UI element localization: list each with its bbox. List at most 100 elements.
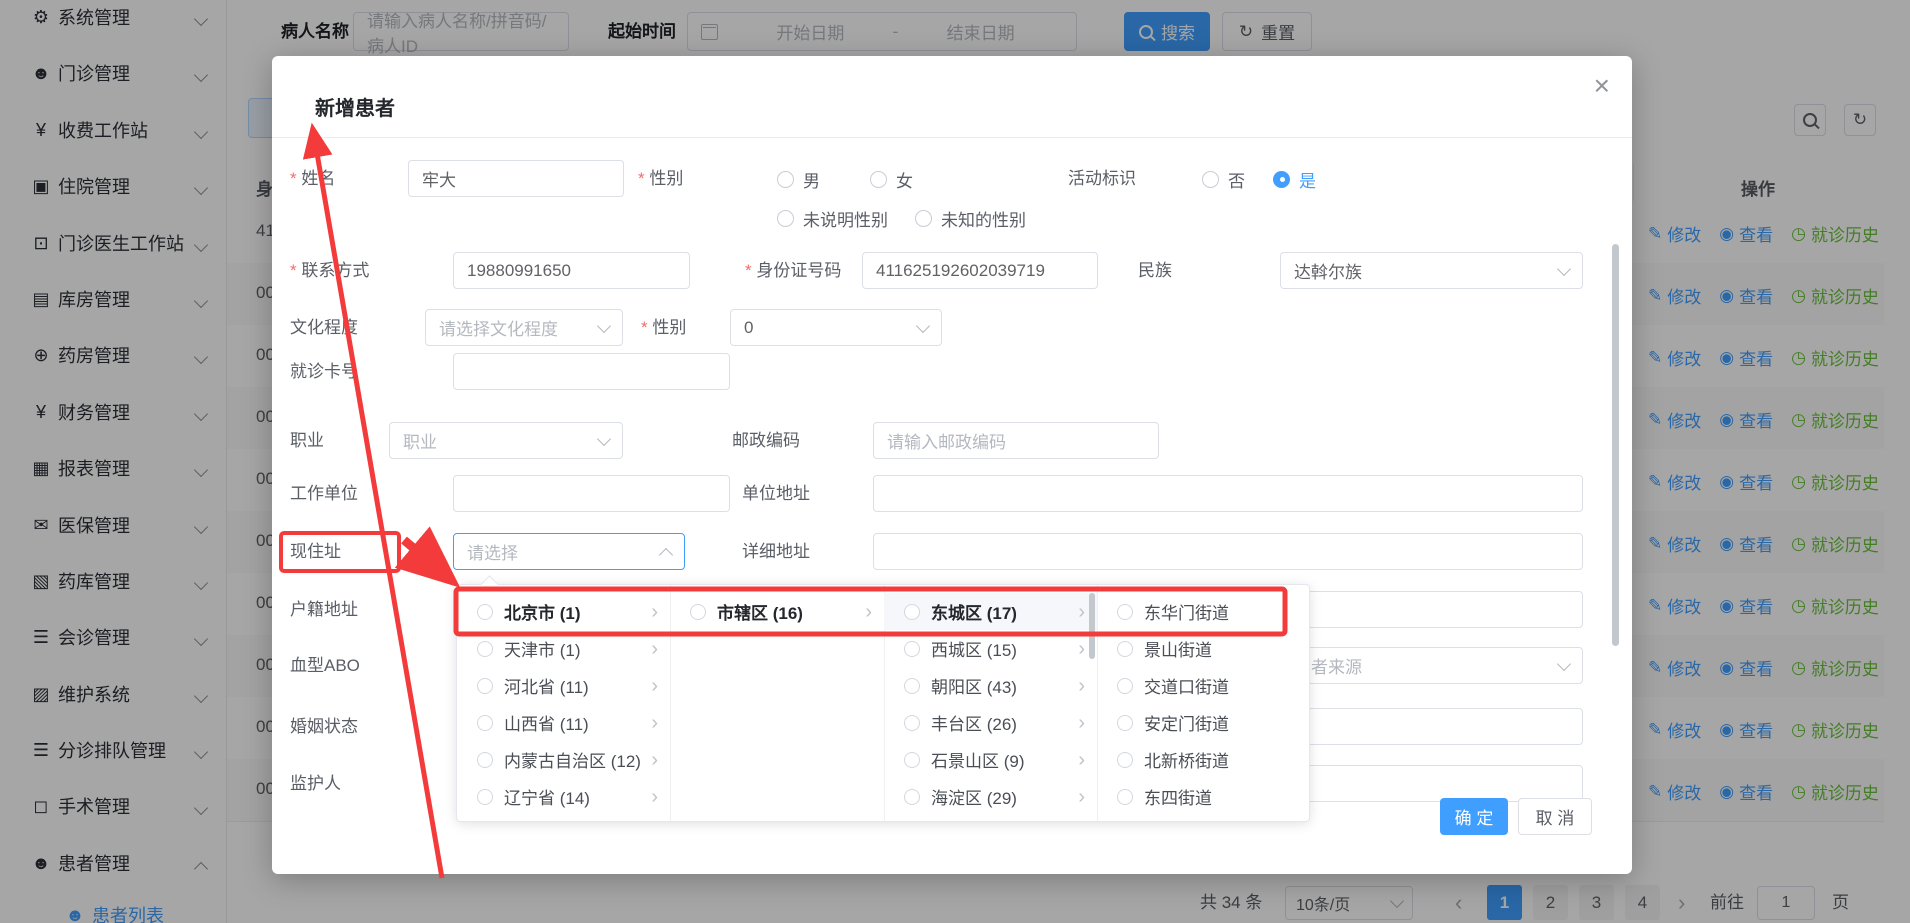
radio-icon[interactable]: [904, 752, 920, 768]
chevron-right-icon: ›: [1078, 750, 1085, 770]
chevron-right-icon: ›: [651, 787, 658, 807]
radio-icon: [777, 171, 794, 188]
chevron-right-icon: ›: [651, 750, 658, 770]
cascader-option[interactable]: 辽宁省 (14)›: [457, 778, 670, 815]
marriage-label: 婚姻状态: [290, 708, 358, 746]
radio-active-yes[interactable]: 是: [1273, 160, 1316, 198]
radio-icon[interactable]: [904, 641, 920, 657]
header-divider: [272, 137, 1632, 138]
patient-source-select[interactable]: 患者来源: [1280, 647, 1583, 684]
education-select[interactable]: 请选择文化程度: [425, 309, 623, 346]
gender2-select[interactable]: 0: [730, 309, 942, 346]
name-input[interactable]: 牢大: [408, 160, 624, 197]
chevron-right-icon: ›: [1078, 602, 1085, 622]
active-flag-label: 活动标识: [1068, 160, 1136, 198]
radio-icon[interactable]: [1117, 715, 1133, 731]
cascader-option[interactable]: 西城区 (15)›: [884, 630, 1097, 667]
contact-input[interactable]: 19880991650: [453, 252, 690, 289]
chevron-down-icon: [597, 318, 611, 332]
chevron-right-icon: ›: [1078, 676, 1085, 696]
registered-address-label: 户籍地址: [290, 591, 358, 629]
cascader-option[interactable]: 内蒙古自治区 (12)›: [457, 741, 670, 778]
ethnic-label: 民族: [1138, 252, 1172, 290]
gender2-label: 性别: [641, 309, 686, 347]
radio-icon[interactable]: [904, 604, 920, 620]
visit-card-label: 就诊卡号: [290, 353, 358, 391]
radio-icon: [777, 210, 794, 227]
cascader-column-street: 东华门街道 景山街道 交道口街道 安定门街道 北新桥街道 东四街道: [1097, 585, 1311, 821]
cascader-scrollbar[interactable]: [1089, 593, 1095, 659]
radio-icon[interactable]: [1117, 678, 1133, 694]
cascader-option[interactable]: 石景山区 (9)›: [884, 741, 1097, 778]
chevron-down-icon: [1557, 656, 1571, 670]
radio-icon[interactable]: [1117, 604, 1133, 620]
cascader-column-province: 北京市 (1)› 天津市 (1)› 河北省 (11)› 山西省 (11)› 内蒙…: [457, 585, 671, 821]
work-address-input[interactable]: [873, 475, 1583, 512]
postal-input[interactable]: 请输入邮政编码: [873, 422, 1159, 459]
radio-active-no[interactable]: 否: [1202, 160, 1245, 198]
radio-icon[interactable]: [1117, 789, 1133, 805]
ethnic-select[interactable]: 达斡尔族: [1280, 252, 1583, 289]
radio-icon[interactable]: [904, 678, 920, 694]
chevron-down-icon: [916, 318, 930, 332]
cascader-option[interactable]: 山西省 (11)›: [457, 704, 670, 741]
radio-icon[interactable]: [477, 789, 493, 805]
cascader-option[interactable]: 东四街道: [1097, 778, 1311, 815]
dialog-title: 新增患者: [315, 92, 395, 121]
radio-icon[interactable]: [477, 715, 493, 731]
radio-icon: [915, 210, 932, 227]
radio-icon[interactable]: [477, 678, 493, 694]
modal-scrollbar[interactable]: [1612, 244, 1619, 646]
work-address-label: 单位地址: [742, 475, 810, 513]
work-unit-input[interactable]: [453, 475, 730, 512]
radio-gender-unknown[interactable]: 未知的性别: [915, 199, 1026, 237]
cascader-option[interactable]: 东华门街道: [1097, 593, 1311, 630]
radio-icon[interactable]: [477, 604, 493, 620]
close-icon[interactable]: ×: [1594, 70, 1610, 102]
cascader-option[interactable]: 安定门街道: [1097, 704, 1311, 741]
cascader-option[interactable]: 交道口街道: [1097, 667, 1311, 704]
cascader-option[interactable]: 丰台区 (26)›: [884, 704, 1097, 741]
chevron-up-icon: [659, 547, 673, 561]
chevron-right-icon: ›: [651, 639, 658, 659]
radio-icon[interactable]: [477, 641, 493, 657]
job-label: 职业: [290, 422, 324, 460]
job-select[interactable]: 职业: [389, 422, 623, 459]
chevron-right-icon: ›: [865, 602, 872, 622]
visit-card-input[interactable]: [453, 353, 730, 390]
radio-gender-unstated[interactable]: 未说明性别: [777, 199, 888, 237]
cascader-option[interactable]: 北新桥街道: [1097, 741, 1311, 778]
radio-icon[interactable]: [1117, 752, 1133, 768]
contact-label: 联系方式: [290, 252, 369, 290]
address-cascader-dropdown: 北京市 (1)› 天津市 (1)› 河北省 (11)› 山西省 (11)› 内蒙…: [456, 584, 1310, 822]
cancel-button[interactable]: 取 消: [1518, 798, 1592, 835]
idcard-input[interactable]: 411625192602039719: [862, 252, 1098, 289]
radio-icon[interactable]: [1117, 641, 1133, 657]
radio-icon: [870, 171, 887, 188]
cascader-option[interactable]: 河北省 (11)›: [457, 667, 670, 704]
radio-male[interactable]: 男: [777, 160, 820, 198]
current-address-label: 现住址: [290, 533, 341, 571]
cascader-option[interactable]: 北京市 (1)›: [457, 593, 670, 630]
radio-icon[interactable]: [904, 789, 920, 805]
current-address-cascader[interactable]: 请选择: [453, 533, 685, 570]
radio-icon[interactable]: [904, 715, 920, 731]
chevron-right-icon: ›: [1078, 713, 1085, 733]
cascader-option[interactable]: 景山街道: [1097, 630, 1311, 667]
radio-icon[interactable]: [477, 752, 493, 768]
cascader-option[interactable]: 东城区 (17)›: [884, 593, 1097, 630]
cascader-option[interactable]: 市辖区 (16)›: [670, 593, 884, 630]
detail-address-input[interactable]: [873, 533, 1583, 570]
postal-label: 邮政编码: [732, 422, 800, 460]
confirm-button[interactable]: 确 定: [1440, 798, 1508, 835]
chevron-down-icon: [1557, 261, 1571, 275]
radio-checked-icon: [1273, 171, 1290, 188]
cascader-option[interactable]: 海淀区 (29)›: [884, 778, 1097, 815]
cascader-option[interactable]: 朝阳区 (43)›: [884, 667, 1097, 704]
chevron-right-icon: ›: [651, 602, 658, 622]
radio-female[interactable]: 女: [870, 160, 913, 198]
cascader-option[interactable]: 天津市 (1)›: [457, 630, 670, 667]
work-unit-label: 工作单位: [290, 475, 358, 513]
app-root: ⚙系统管理 ☻门诊管理 ¥收费工作站 ▣住院管理 ⊡门诊医生工作站 ▤库房管理 …: [0, 0, 1910, 923]
radio-icon[interactable]: [690, 604, 706, 620]
